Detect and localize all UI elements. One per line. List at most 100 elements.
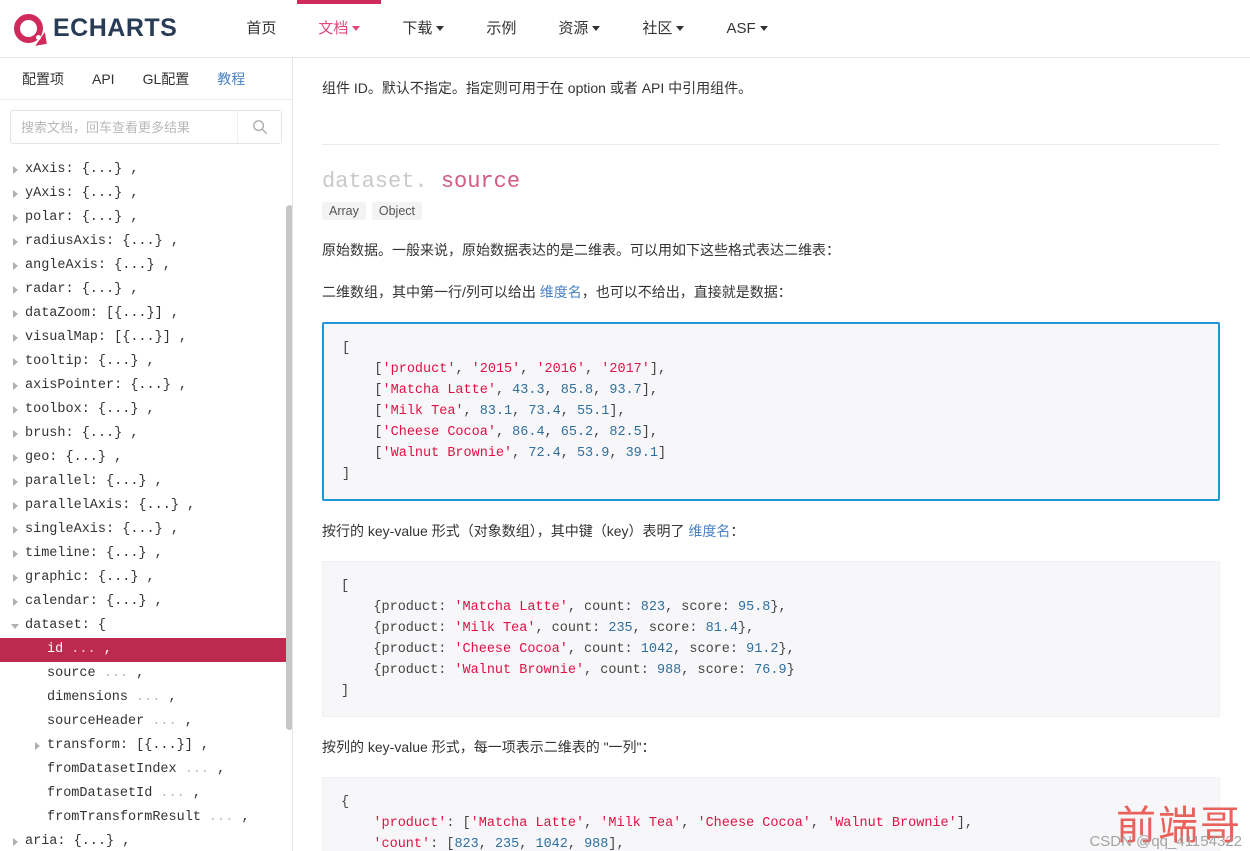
chevron-right-icon[interactable] — [10, 254, 20, 278]
dimension-name-link-2[interactable]: 维度名 — [688, 523, 730, 539]
tree-item-label: aria: {...} , — [25, 834, 131, 849]
tree-item-label: source ... , — [47, 666, 145, 681]
chevron-right-icon[interactable] — [10, 542, 20, 566]
chevron-right-icon[interactable] — [10, 446, 20, 470]
nav-item-4[interactable]: 资源 — [537, 0, 621, 58]
tree-item[interactable]: dimensions ... , — [0, 686, 292, 710]
chevron-right-icon[interactable] — [10, 830, 20, 851]
nav-item-label: 社区 — [642, 19, 673, 37]
nav-item-1[interactable]: 文档 — [297, 0, 382, 58]
tree-item[interactable]: brush: {...} , — [0, 422, 292, 446]
api-heading-name: source — [440, 169, 521, 194]
tree-item-label: timeline: {...} , — [25, 546, 163, 561]
top-navigation-bar: ECHARTS 首页 文档 下载 示例 资源 社区 ASF — [0, 0, 1250, 58]
tree-item[interactable]: toolbox: {...} , — [0, 398, 292, 422]
type-tag-0: Array — [322, 202, 366, 220]
tree-item[interactable]: parallelAxis: {...} , — [0, 494, 292, 518]
tree-item[interactable]: visualMap: [{...}] , — [0, 326, 292, 350]
doc-tab-2[interactable]: GL配置 — [129, 58, 204, 100]
type-tag-1: Object — [371, 202, 423, 220]
chevron-right-icon[interactable] — [10, 278, 20, 302]
tree-item[interactable]: radar: {...} , — [0, 278, 292, 302]
tree-item[interactable]: angleAxis: {...} , — [0, 254, 292, 278]
tree-item[interactable]: axisPointer: {...} , — [0, 374, 292, 398]
tree-item[interactable]: sourceHeader ... , — [0, 710, 292, 734]
search-input[interactable] — [11, 111, 237, 143]
doc-tab-0[interactable]: 配置项 — [8, 58, 78, 100]
doc-tab-3[interactable]: 教程 — [203, 58, 259, 100]
intro-paragraph: 组件 ID。默认不指定。指定则可用于在 option 或者 API 中引用组件。 — [322, 80, 753, 96]
tree-item[interactable]: source ... , — [0, 662, 292, 686]
chevron-right-icon[interactable] — [10, 566, 20, 590]
chevron-down-icon[interactable] — [10, 614, 20, 638]
tree-item-label: axisPointer: {...} , — [25, 378, 188, 393]
sidebar-scrollbar[interactable] — [286, 205, 292, 730]
nav-item-label: ASF — [726, 19, 756, 37]
para-row-suffix: ： — [730, 523, 745, 539]
tree-item-label: xAxis: {...} , — [25, 162, 139, 177]
chevron-right-icon[interactable] — [10, 518, 20, 542]
chevron-right-icon[interactable] — [10, 350, 20, 374]
tree-item-selected[interactable]: id ... , — [0, 638, 292, 662]
tree-item[interactable]: xAxis: {...} , — [0, 158, 292, 182]
search-area — [0, 100, 292, 150]
tree-item[interactable]: fromTransformResult ... , — [0, 806, 292, 830]
tree-item-label: dataset: { — [25, 618, 107, 633]
nav-item-0[interactable]: 首页 — [225, 0, 297, 58]
nav-item-label: 下载 — [402, 19, 433, 37]
tree-item-label: fromDatasetIndex ... , — [47, 762, 226, 777]
chevron-right-icon[interactable] — [10, 398, 20, 422]
tree-item[interactable]: singleAxis: {...} , — [0, 518, 292, 542]
tree-item[interactable]: fromDatasetIndex ... , — [0, 758, 292, 782]
tree-item[interactable]: graphic: {...} , — [0, 566, 292, 590]
tree-item-label: radiusAxis: {...} , — [25, 234, 179, 249]
tree-item[interactable]: radiusAxis: {...} , — [0, 230, 292, 254]
tree-item[interactable]: timeline: {...} , — [0, 542, 292, 566]
tree-item-label: parallel: {...} , — [25, 474, 163, 489]
tree-item-label: radar: {...} , — [25, 282, 139, 297]
chevron-right-icon[interactable] — [10, 590, 20, 614]
nav-item-label: 资源 — [558, 19, 589, 37]
tree-item[interactable]: calendar: {...} , — [0, 590, 292, 614]
tree-item[interactable]: tooltip: {...} , — [0, 350, 292, 374]
dimension-name-link-1[interactable]: 维度名 — [540, 284, 582, 300]
tree-item[interactable]: aria: {...} , — [0, 830, 292, 851]
tree-item-label: angleAxis: {...} , — [25, 258, 171, 273]
code-block-row-kv: [ {product: 'Matcha Latte', count: 823, … — [322, 561, 1220, 717]
nav-item-3[interactable]: 示例 — [465, 0, 537, 58]
chevron-right-icon[interactable] — [10, 470, 20, 494]
nav-item-label: 首页 — [246, 19, 277, 37]
echarts-logo-icon — [12, 12, 46, 46]
tree-item[interactable]: transform: [{...}] , — [0, 734, 292, 758]
nav-item-2[interactable]: 下载 — [381, 0, 465, 58]
docs-tab-bar: 配置项 API GL配置 教程 — [0, 58, 292, 100]
tree-item[interactable]: dataZoom: [{...}] , — [0, 302, 292, 326]
chevron-right-icon[interactable] — [10, 182, 20, 206]
chevron-right-icon[interactable] — [10, 326, 20, 350]
nav-item-6[interactable]: ASF — [705, 0, 788, 58]
tree-item[interactable]: geo: {...} , — [0, 446, 292, 470]
tree-item[interactable]: dataset: { — [0, 614, 292, 638]
chevron-right-icon[interactable] — [10, 374, 20, 398]
tree-item-label: calendar: {...} , — [25, 594, 163, 609]
tree-item[interactable]: yAxis: {...} , — [0, 182, 292, 206]
doc-tab-1[interactable]: API — [78, 58, 129, 100]
tree-item[interactable]: fromDatasetId ... , — [0, 782, 292, 806]
echarts-logo[interactable]: ECHARTS — [12, 12, 177, 46]
search-icon[interactable] — [237, 111, 281, 143]
chevron-right-icon[interactable] — [10, 422, 20, 446]
search-box[interactable] — [10, 110, 282, 144]
nav-item-5[interactable]: 社区 — [621, 0, 705, 58]
tree-item[interactable]: polar: {...} , — [0, 206, 292, 230]
chevron-right-icon[interactable] — [10, 302, 20, 326]
tree-item[interactable]: parallel: {...} , — [0, 470, 292, 494]
tree-item-label: dimensions ... , — [47, 690, 177, 705]
chevron-right-icon[interactable] — [32, 734, 42, 758]
tree-item-label: tooltip: {...} , — [25, 354, 155, 369]
chevron-right-icon[interactable] — [10, 158, 20, 182]
tree-item-label: toolbox: {...} , — [25, 402, 155, 417]
echarts-wordmark: ECHARTS — [53, 14, 178, 42]
chevron-right-icon[interactable] — [10, 494, 20, 518]
chevron-right-icon[interactable] — [10, 206, 20, 230]
chevron-right-icon[interactable] — [10, 230, 20, 254]
